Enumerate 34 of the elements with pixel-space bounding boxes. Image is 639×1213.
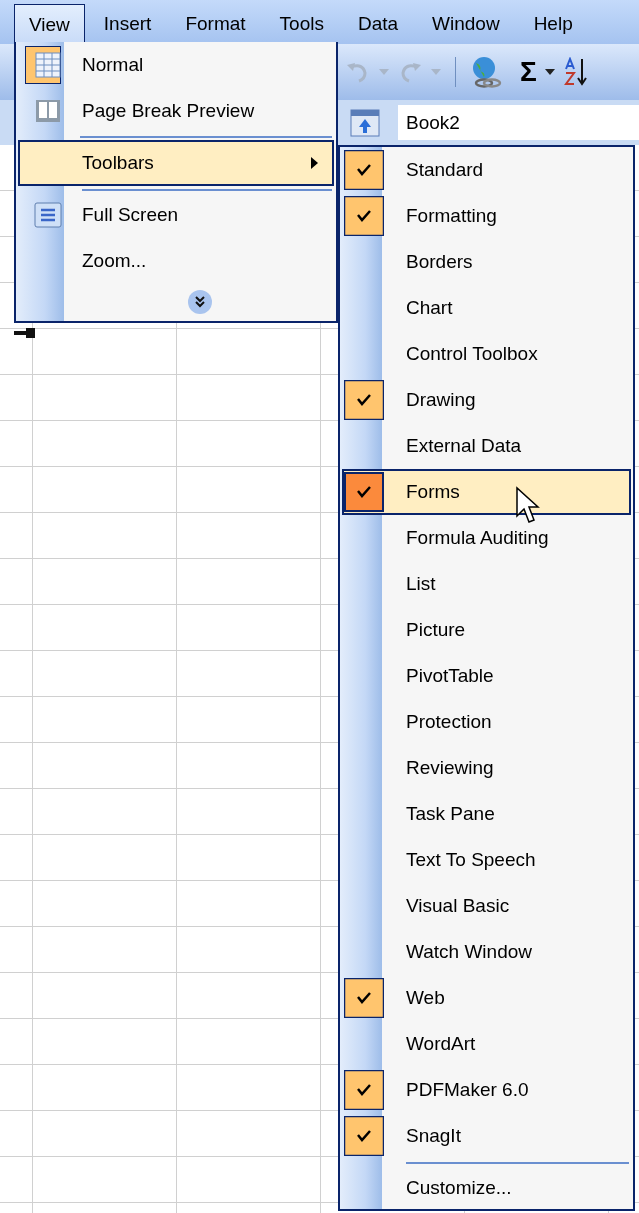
menu-item[interactable]: Chart bbox=[342, 285, 631, 331]
autosum-button[interactable]: Σ bbox=[520, 56, 537, 88]
menu-item[interactable]: SnagIt bbox=[342, 1113, 631, 1159]
menu-item[interactable]: Standard bbox=[342, 147, 631, 193]
menu-item[interactable]: Protection bbox=[342, 699, 631, 745]
menu-item[interactable]: Insert bbox=[88, 4, 167, 44]
menu-item[interactable]: PivotTable bbox=[342, 653, 631, 699]
menu-item[interactable]: List bbox=[342, 561, 631, 607]
menu-item[interactable]: Control Toolbox bbox=[342, 331, 631, 377]
menu-item[interactable]: Data bbox=[342, 4, 414, 44]
menu-item[interactable]: Drawing bbox=[342, 377, 631, 423]
menu-item[interactable]: Text To Speech bbox=[342, 837, 631, 883]
menu-item[interactable]: Normal bbox=[18, 42, 334, 88]
menu-item[interactable]: Page Break Preview bbox=[18, 88, 334, 134]
menu-item[interactable]: Zoom... bbox=[18, 238, 334, 284]
menu-item[interactable]: Task Pane bbox=[342, 791, 631, 837]
menu-item[interactable]: Borders bbox=[342, 239, 631, 285]
menu-item[interactable]: PDFMaker 6.0 bbox=[342, 1067, 631, 1113]
menu-item[interactable]: Help bbox=[518, 4, 588, 44]
menu-item[interactable]: External Data bbox=[342, 423, 631, 469]
menu-item[interactable]: Web bbox=[342, 975, 631, 1021]
menu-item[interactable]: Tools bbox=[264, 4, 339, 44]
menu-item[interactable]: WordArt bbox=[342, 1021, 631, 1067]
workbook-name-field[interactable]: Book2 bbox=[398, 105, 639, 140]
menu-item[interactable]: Watch Window bbox=[342, 929, 631, 975]
menu-item[interactable]: Forms bbox=[342, 469, 631, 515]
menu-item[interactable]: Formula Auditing bbox=[342, 515, 631, 561]
menu-item[interactable]: Picture bbox=[342, 607, 631, 653]
menu-item[interactable]: Format bbox=[170, 4, 261, 44]
menu-item[interactable]: Formatting bbox=[342, 193, 631, 239]
menu-item[interactable]: Visual Basic bbox=[342, 883, 631, 929]
menu-item[interactable]: Window bbox=[417, 4, 515, 44]
menu-item[interactable]: Reviewing bbox=[342, 745, 631, 791]
menu-item[interactable]: View bbox=[14, 4, 85, 44]
